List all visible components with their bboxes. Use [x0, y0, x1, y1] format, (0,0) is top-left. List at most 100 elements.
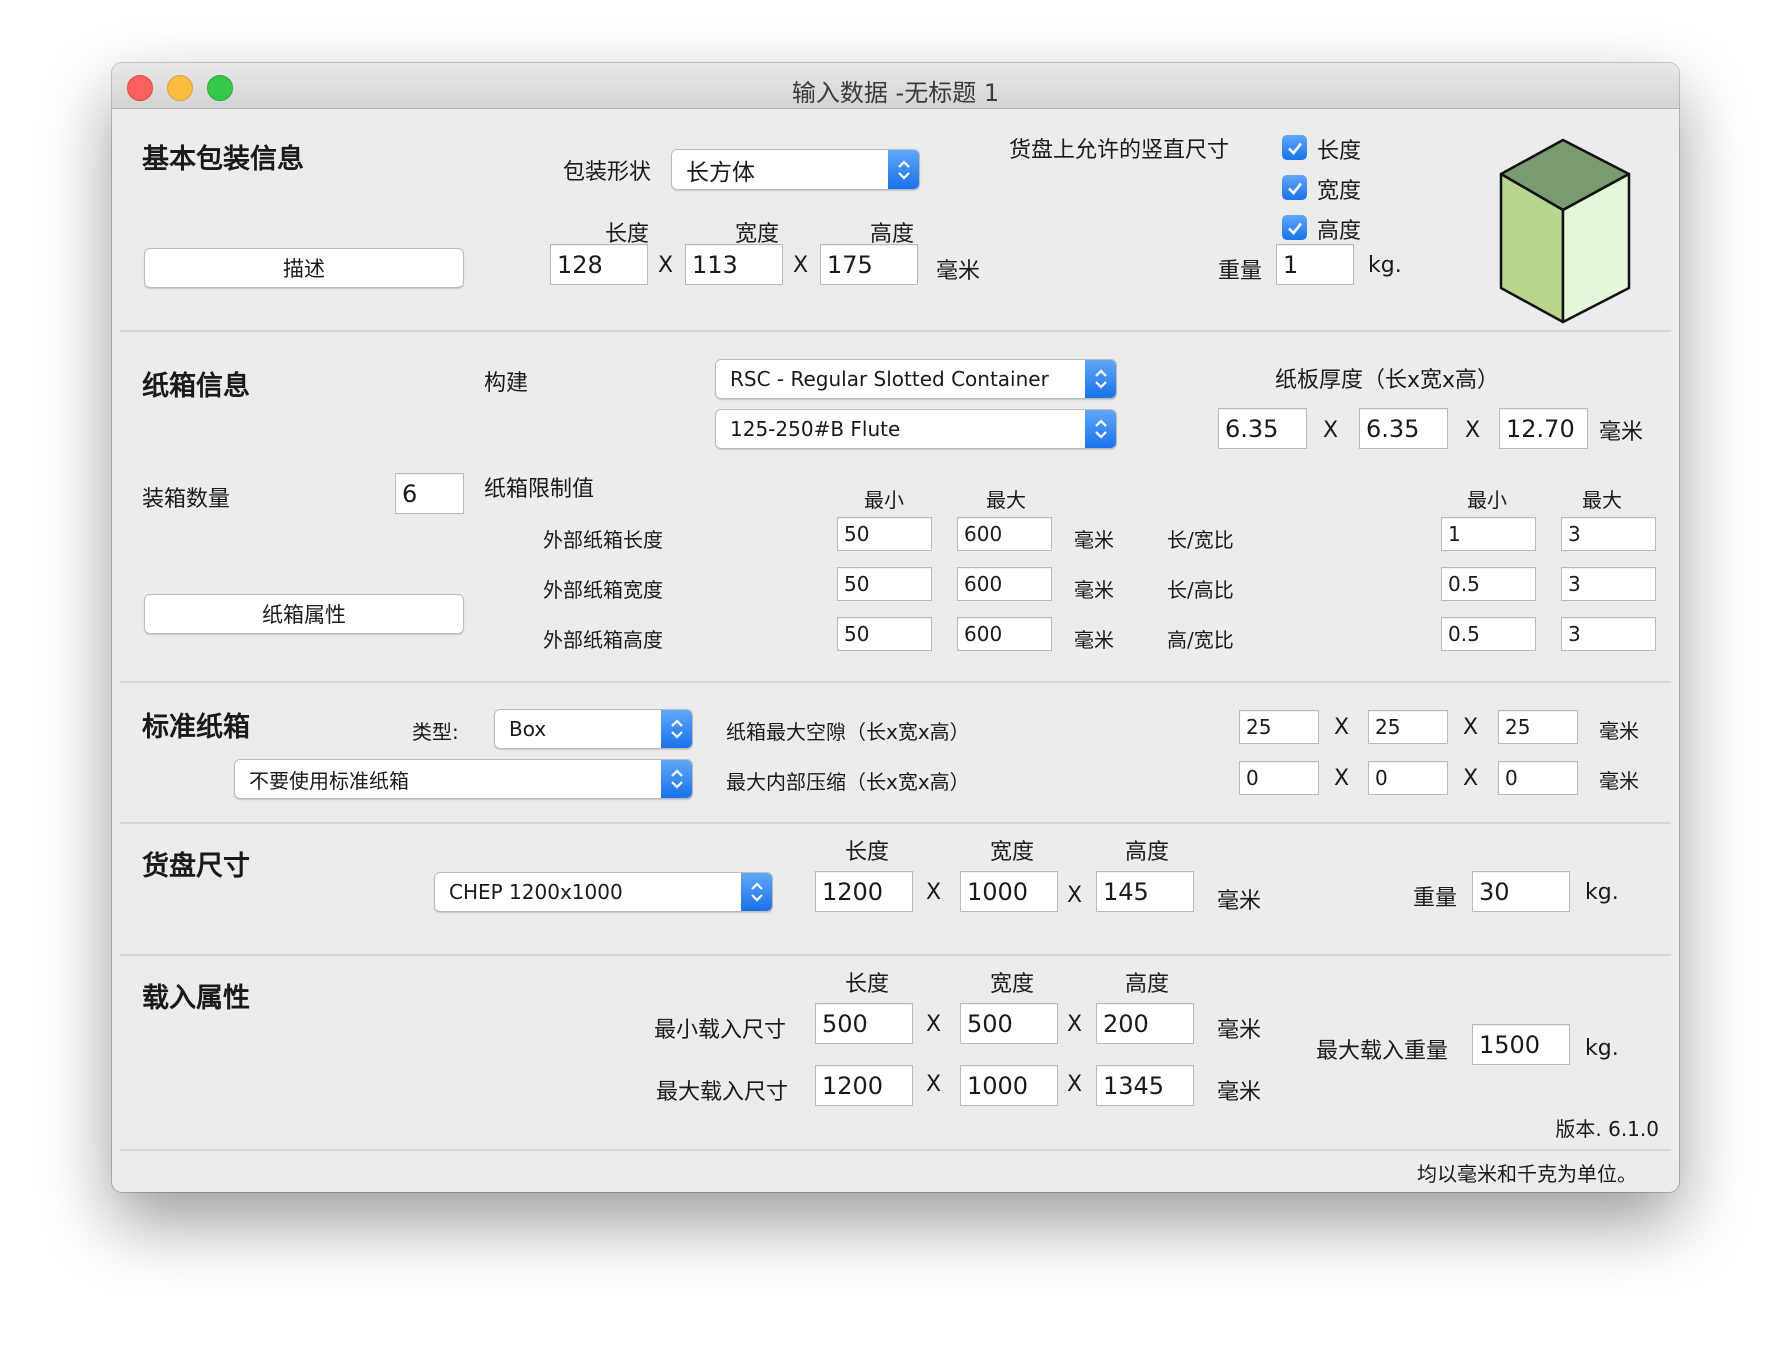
- min-load-width-input[interactable]: 500: [960, 1003, 1058, 1044]
- pallet-height-input[interactable]: 145: [1096, 871, 1194, 912]
- standard-section-title: 标准纸箱: [142, 712, 250, 743]
- flute-select[interactable]: 125-250#B Flute: [715, 409, 1117, 449]
- pack-count-input[interactable]: 6: [395, 473, 464, 514]
- package-length-input[interactable]: 128: [550, 244, 648, 285]
- select-arrows-icon: [1085, 360, 1116, 398]
- outer-length-max-input[interactable]: 600: [957, 517, 1052, 551]
- outer-length-label: 外部纸箱长度: [543, 528, 663, 552]
- pallet-header-length: 长度: [844, 840, 889, 865]
- max-load-weight-input[interactable]: 1500: [1472, 1024, 1570, 1065]
- carton-properties-button[interactable]: 纸箱属性: [144, 594, 464, 634]
- gap-length-input[interactable]: 25: [1239, 710, 1319, 744]
- standard-usage-select[interactable]: 不要使用标准纸箱: [234, 759, 693, 799]
- version-label: 版本. 6.1.0: [1555, 1117, 1659, 1141]
- basic-section-title: 基本包装信息: [142, 144, 304, 175]
- carton-style-value: RSC - Regular Slotted Container: [730, 367, 1049, 391]
- gap-unit: 毫米: [1599, 719, 1639, 743]
- pallet-width-input[interactable]: 1000: [960, 871, 1058, 912]
- max-load-weight-unit: kg.: [1585, 1036, 1619, 1061]
- checkmark-icon: [1287, 222, 1302, 235]
- outer-height-min-input[interactable]: 50: [837, 617, 932, 651]
- shape-select[interactable]: 长方体: [671, 149, 920, 190]
- max-load-label: 最大载入尺寸: [656, 1080, 789, 1105]
- package-weight-input[interactable]: 1: [1276, 244, 1354, 285]
- section-separator: [120, 330, 1671, 332]
- min-load-height-input[interactable]: 200: [1096, 1003, 1194, 1044]
- standard-type-value: Box: [509, 717, 547, 741]
- vertical-height-checkbox[interactable]: [1282, 215, 1307, 240]
- pallet-preset-select[interactable]: CHEP 1200x1000: [434, 872, 773, 912]
- package-width-input[interactable]: 113: [685, 244, 783, 285]
- load-header-height: 高度: [1124, 972, 1169, 997]
- outer-width-max-input[interactable]: 600: [957, 567, 1052, 601]
- standard-usage-value: 不要使用标准纸箱: [249, 768, 409, 793]
- ratio-lh-min-input[interactable]: 0.5: [1441, 567, 1536, 601]
- max-load-height-input[interactable]: 1345: [1096, 1065, 1194, 1106]
- section-separator: [120, 822, 1671, 824]
- outer-width-min-input[interactable]: 50: [837, 567, 932, 601]
- select-arrows-icon: [1085, 410, 1116, 448]
- outer-height-max-input[interactable]: 600: [957, 617, 1052, 651]
- standard-type-select[interactable]: Box: [494, 709, 693, 749]
- thickness-length-input[interactable]: 6.35: [1218, 408, 1307, 449]
- times-sign: X: [658, 253, 674, 278]
- outer-width-label: 外部纸箱宽度: [543, 578, 663, 602]
- pack-count-label: 装箱数量: [142, 487, 231, 512]
- carton-style-select[interactable]: RSC - Regular Slotted Container: [715, 359, 1117, 399]
- pallet-weight-input[interactable]: 30: [1472, 871, 1570, 912]
- ratio-lw-min-input[interactable]: 1: [1441, 517, 1536, 551]
- ratio-lh-label: 长/高比: [1167, 578, 1234, 602]
- times-sign: X: [926, 1072, 942, 1097]
- load-header-width: 宽度: [989, 972, 1034, 997]
- ratio-lw-max-input[interactable]: 3: [1561, 517, 1656, 551]
- min-load-length-input[interactable]: 500: [815, 1003, 913, 1044]
- allowed-vertical-label: 货盘上允许的竖直尺寸: [1009, 138, 1230, 163]
- max-load-weight-label: 最大载入重量: [1316, 1039, 1449, 1064]
- package-height-input[interactable]: 175: [820, 244, 918, 285]
- ratio-hw-max-input[interactable]: 3: [1561, 617, 1656, 651]
- dim-max-header: 最大: [986, 488, 1026, 512]
- thickness-height-input[interactable]: 12.70: [1499, 408, 1588, 449]
- section-separator: [120, 681, 1671, 683]
- ratio-max-header: 最大: [1582, 488, 1622, 512]
- select-arrows-icon: [888, 150, 919, 189]
- times-sign: X: [926, 1012, 942, 1037]
- times-sign: X: [1067, 1012, 1083, 1037]
- package-cube-icon: [1499, 138, 1631, 324]
- window-title: 输入数据 -无标题 1: [791, 79, 1000, 107]
- times-sign: X: [1067, 1072, 1083, 1097]
- compress-width-input[interactable]: 0: [1368, 761, 1448, 795]
- ratio-hw-min-input[interactable]: 0.5: [1441, 617, 1536, 651]
- vertical-width-checkbox[interactable]: [1282, 175, 1307, 200]
- package-dim-unit: 毫米: [936, 259, 981, 284]
- gap-width-input[interactable]: 25: [1368, 710, 1448, 744]
- pallet-length-input[interactable]: 1200: [815, 871, 913, 912]
- pallet-preset-value: CHEP 1200x1000: [449, 880, 623, 904]
- times-sign: X: [1067, 883, 1083, 908]
- section-separator: [120, 1149, 1671, 1151]
- min-load-label: 最小载入尺寸: [654, 1018, 787, 1043]
- vertical-length-checkbox[interactable]: [1282, 135, 1307, 160]
- window-content: 基本包装信息 包装形状 长方体 货盘上允许的竖直尺寸 长度 宽度 高度 长度 宽…: [112, 108, 1679, 1192]
- compress-height-input[interactable]: 0: [1498, 761, 1578, 795]
- dim-min-header: 最小: [864, 488, 904, 512]
- outer-length-unit: 毫米: [1074, 528, 1114, 552]
- ratio-lh-max-input[interactable]: 3: [1561, 567, 1656, 601]
- board-thickness-label: 纸板厚度（长x宽x高）: [1275, 368, 1500, 393]
- max-load-width-input[interactable]: 1000: [960, 1065, 1058, 1106]
- times-sign: X: [1463, 766, 1479, 791]
- vertical-height-label: 高度: [1317, 219, 1362, 244]
- times-sign: X: [1465, 418, 1481, 443]
- min-load-unit: 毫米: [1217, 1018, 1262, 1043]
- max-load-length-input[interactable]: 1200: [815, 1065, 913, 1106]
- thickness-unit: 毫米: [1599, 420, 1644, 445]
- outer-height-unit: 毫米: [1074, 628, 1114, 652]
- thickness-width-input[interactable]: 6.35: [1359, 408, 1448, 449]
- describe-button[interactable]: 描述: [144, 248, 464, 288]
- package-weight-unit: kg.: [1368, 253, 1402, 278]
- outer-height-label: 外部纸箱高度: [543, 628, 663, 652]
- outer-length-min-input[interactable]: 50: [837, 517, 932, 551]
- compress-length-input[interactable]: 0: [1239, 761, 1319, 795]
- carton-section-title: 纸箱信息: [142, 371, 250, 402]
- gap-height-input[interactable]: 25: [1498, 710, 1578, 744]
